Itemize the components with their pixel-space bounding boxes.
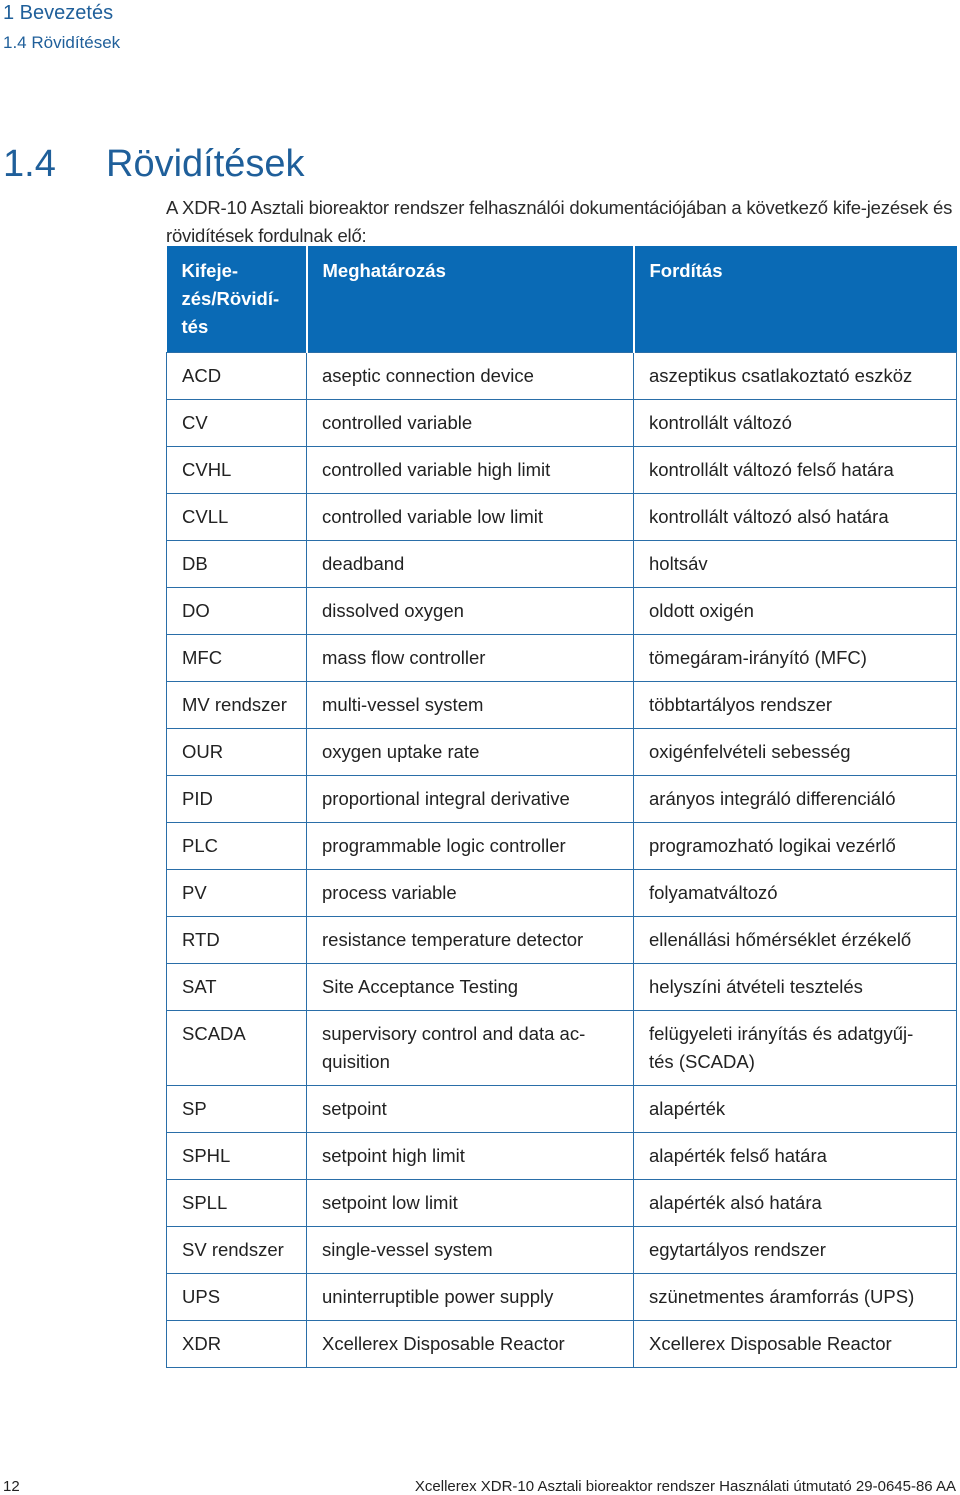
cell-definition: dissolved oxygen (306, 586, 634, 635)
section-number: 1.4 (3, 143, 56, 186)
cell-abbreviation: SPLL (166, 1178, 307, 1227)
section-heading: 1.4 Rövidítések (3, 143, 305, 186)
table-row: CV controlled variable kontrollált változó (166, 398, 957, 447)
header-abbreviation-label: Kifeje-zés/Rövidí-tés (181, 260, 280, 337)
cell-definition: proportional integral derivative (306, 774, 634, 823)
table-row: MV rendszer multi-vessel system többtartál… (166, 680, 957, 729)
cell-translation: alapérték alsó határa (633, 1178, 957, 1227)
cell-translation: egytartályos rendszer (633, 1225, 957, 1274)
cell-translation: felügyeleti irányítás és adatgyűj-tés (S… (633, 1009, 957, 1086)
cell-translation: folyamatváltozó (633, 868, 957, 917)
table-row: PLC programmable logic controller programo… (166, 821, 957, 870)
cell-definition: controlled variable low limit (306, 492, 634, 541)
cell-definition: aseptic connection device (306, 351, 634, 400)
table-row: RTD resistance temperature detector ellená… (166, 915, 957, 964)
cell-translation: kontrollált változó alsó határa (633, 492, 957, 541)
cell-definition: Xcellerex Disposable Reactor (306, 1319, 634, 1368)
table-row: ACD aseptic connection device aszeptikus c… (166, 351, 957, 400)
cell-definition: programmable logic controller (306, 821, 634, 870)
cell-abbreviation: UPS (166, 1272, 307, 1321)
cell-definition: deadband (306, 539, 634, 588)
table-row: SPLL setpoint low limit alapérték alsó hat… (166, 1178, 957, 1227)
table-row: XDR Xcellerex Disposable Reactor Xcellerex… (166, 1319, 957, 1368)
cell-abbreviation: PLC (166, 821, 307, 870)
cell-definition: multi-vessel system (306, 680, 634, 729)
table-row: SAT Site Acceptance Testing helyszíni átvé… (166, 962, 957, 1011)
cell-translation: tömegáram-irányító (MFC) (633, 633, 957, 682)
cell-definition: supervisory control and data ac-quisitio… (306, 1009, 634, 1086)
cell-definition: resistance temperature detector (306, 915, 634, 964)
cell-definition: setpoint low limit (306, 1178, 634, 1227)
table-body: ACD aseptic connection device aszeptikus c… (166, 351, 957, 1368)
cell-definition: setpoint high limit (306, 1131, 634, 1180)
cell-abbreviation: DO (166, 586, 307, 635)
table-row: PV process variable folyamatváltozó (166, 868, 957, 917)
table-row: SCADA supervisory control and data ac-qui… (166, 1009, 957, 1086)
cell-abbreviation: ACD (166, 351, 307, 400)
table-header-row: Kifeje-zés/Rövidí-tés Meghatározás Fordí… (166, 246, 957, 352)
cell-abbreviation: CVLL (166, 492, 307, 541)
cell-definition: uninterruptible power supply (306, 1272, 634, 1321)
table-row: CVHL controlled variable high limit kontro… (166, 445, 957, 494)
cell-translation: oxigénfelvételi sebesség (633, 727, 957, 776)
cell-abbreviation: SPHL (166, 1131, 307, 1180)
cell-definition: oxygen uptake rate (306, 727, 634, 776)
cell-abbreviation: MFC (166, 633, 307, 682)
table-row: SPHL setpoint high limit alapérték felső h… (166, 1131, 957, 1180)
cell-translation: holtsáv (633, 539, 957, 588)
table-row: CVLL controlled variable low limit kontrol… (166, 492, 957, 541)
cell-abbreviation: PID (166, 774, 307, 823)
table-row: MFC mass flow controller tömegáram-irányít… (166, 633, 957, 682)
running-head-chapter: 1 Bevezetés (3, 2, 114, 24)
cell-translation: programozható logikai vezérlő (633, 821, 957, 870)
cell-abbreviation: SV rendszer (166, 1225, 307, 1274)
table-row: UPS uninterruptible power supply szünetmen… (166, 1272, 957, 1321)
header-definition: Meghatározás (305, 246, 634, 352)
footer-page-number: 12 (3, 1478, 20, 1495)
cell-definition: mass flow controller (306, 633, 634, 682)
cell-abbreviation: SAT (166, 962, 307, 1011)
cell-translation: ellenállási hőmérséklet érzékelő (633, 915, 957, 964)
cell-translation: aszeptikus csatlakoztató eszköz (633, 351, 957, 400)
cell-translation: szünetmentes áramforrás (UPS) (633, 1272, 957, 1321)
cell-definition: controlled variable high limit (306, 445, 634, 494)
cell-abbreviation: OUR (166, 727, 307, 776)
table-row: SV rendszer single-vessel system egytartál… (166, 1225, 957, 1274)
cell-abbreviation: CVHL (166, 445, 307, 494)
cell-abbreviation: XDR (166, 1319, 307, 1368)
cell-abbreviation: DB (166, 539, 307, 588)
cell-abbreviation: SCADA (166, 1009, 307, 1086)
cell-abbreviation: PV (166, 868, 307, 917)
cell-translation: Xcellerex Disposable Reactor (633, 1319, 957, 1368)
cell-abbreviation: RTD (166, 915, 307, 964)
intro-paragraph: A XDR-10 Asztali bioreaktor rendszer fel… (166, 196, 953, 246)
cell-abbreviation: CV (166, 398, 307, 447)
cell-translation: oldott oxigén (633, 586, 957, 635)
cell-translation: alapérték felső határa (633, 1131, 957, 1180)
cell-definition: Site Acceptance Testing (306, 962, 634, 1011)
table-row: OUR oxygen uptake rate oxigénfelvételi seb… (166, 727, 957, 776)
cell-translation: helyszíni átvételi tesztelés (633, 962, 957, 1011)
cell-translation: kontrollált változó (633, 398, 957, 447)
header-abbreviation: Kifeje-zés/Rövidí-tés (166, 246, 307, 352)
cell-translation: többtartályos rendszer (633, 680, 957, 729)
cell-translation: arányos integráló differenciáló (633, 774, 957, 823)
cell-definition: single-vessel system (306, 1225, 634, 1274)
table-row: DB deadband holtsáv (166, 539, 957, 588)
section-title: Rövidítések (106, 143, 305, 186)
table-row: PID proportional integral derivative arány… (166, 774, 957, 823)
abbreviations-table: Kifeje-zés/Rövidí-tés Meghatározás Fordí… (166, 246, 957, 1368)
footer-document-title: Xcellerex XDR-10 Asztali bioreaktor rend… (414, 1478, 956, 1495)
table-row: DO dissolved oxygen oldott oxigén (166, 586, 957, 635)
cell-translation: alapérték (633, 1084, 957, 1133)
cell-translation: kontrollált változó felső határa (633, 445, 957, 494)
running-head-section: 1.4 Rövidítések (3, 33, 121, 52)
table-row: SP setpoint alapérték (166, 1084, 957, 1133)
cell-abbreviation: MV rendszer (166, 680, 307, 729)
cell-definition: setpoint (306, 1084, 634, 1133)
cell-definition: process variable (306, 868, 634, 917)
header-translation: Fordítás (632, 246, 957, 352)
cell-definition: controlled variable (306, 398, 634, 447)
cell-abbreviation: SP (166, 1084, 307, 1133)
